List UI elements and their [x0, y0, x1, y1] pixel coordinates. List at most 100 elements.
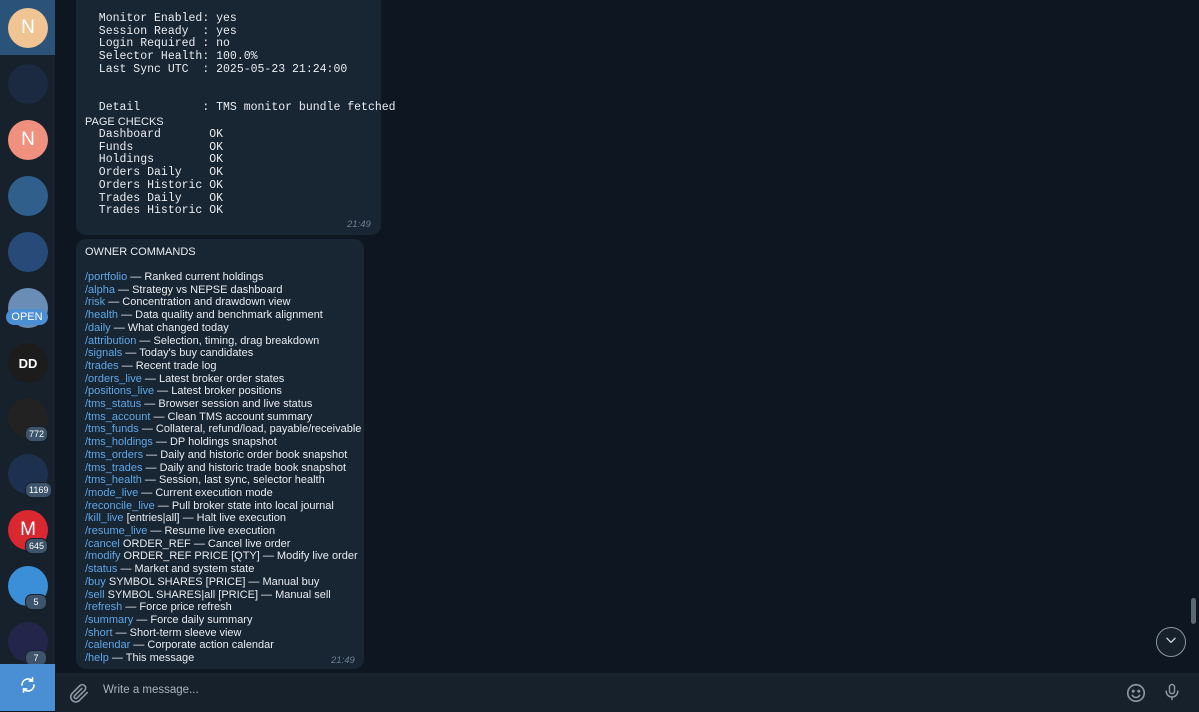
- command-description: — Ranked current holdings: [127, 271, 264, 283]
- command-link[interactable]: /attribution: [85, 335, 136, 347]
- command-description: — Concentration and drawdown view: [105, 296, 291, 309]
- refresh-icon: [19, 676, 37, 699]
- command-link[interactable]: /tms_funds: [85, 423, 139, 435]
- message-composer: Write a message...: [56, 672, 1199, 712]
- command-link[interactable]: /tms_holdings: [85, 436, 153, 448]
- command-row: /tms_trades — Daily and historic trade b…: [85, 462, 361, 475]
- command-row: /alpha — Strategy vs NEPSE dashboard: [85, 284, 361, 297]
- command-link[interactable]: /mode_live: [85, 487, 138, 499]
- command-row: /portfolio — Ranked current holdings: [85, 271, 361, 284]
- command-row: /tms_holdings — DP holdings snapshot: [85, 436, 361, 449]
- command-row: /status — Market and system state: [85, 563, 361, 576]
- avatar-initial: N: [21, 17, 35, 38]
- command-link[interactable]: /summary: [85, 614, 133, 626]
- command-row: /refresh — Force price refresh: [85, 601, 361, 614]
- command-link[interactable]: /modify: [85, 550, 120, 562]
- page-check-row: Orders Historic OK: [85, 178, 224, 192]
- command-row: /buy SYMBOL SHARES [PRICE] — Manual buy: [85, 576, 361, 589]
- message-bubble-commands: OWNER COMMANDS /portfolio — Ranked curre…: [76, 239, 364, 669]
- command-link[interactable]: /tms_orders: [85, 449, 143, 461]
- command-link[interactable]: /tms_account: [85, 411, 150, 423]
- chevron-down-icon: [1164, 633, 1178, 652]
- command-description: ORDER_REF PRICE [QTY] — Modify live orde…: [120, 550, 358, 563]
- page-checks-list: Dashboard OK Funds OK Holdings OK Orders…: [85, 128, 224, 218]
- status-line: Monitor Enabled: yes: [85, 12, 237, 25]
- command-link[interactable]: /kill_live: [85, 512, 124, 524]
- command-row: /sell SYMBOL SHARES|all [PRICE] — Manual…: [85, 589, 361, 602]
- command-link[interactable]: /refresh: [85, 601, 122, 613]
- command-row: /attribution — Selection, timing, drag b…: [85, 335, 361, 348]
- command-row: /tms_funds — Collateral, refund/load, pa…: [85, 423, 361, 436]
- command-description: — Latest broker order states: [141, 372, 285, 385]
- chat-scrollbar[interactable]: [1191, 598, 1196, 624]
- message-time: 21:49: [331, 655, 355, 666]
- page-check-row: Dashboard OK: [85, 128, 224, 141]
- scroll-to-bottom-button[interactable]: [1156, 627, 1186, 657]
- command-description: — This message: [108, 652, 195, 665]
- command-link[interactable]: /tms_status: [85, 398, 141, 410]
- command-description: — Pull broker state into local journal: [154, 499, 334, 512]
- message-input[interactable]: Write a message...: [103, 684, 199, 696]
- chat-avatar[interactable]: [8, 176, 48, 216]
- chat-avatar[interactable]: [8, 64, 48, 104]
- avatar-initial: DD: [18, 355, 38, 371]
- command-description: [entries|all] — Halt live execution: [123, 512, 286, 525]
- command-row: /trades — Recent trade log: [85, 360, 361, 373]
- command-link[interactable]: /help: [85, 652, 109, 664]
- status-lines: Monitor Enabled: yes Session Ready : yes…: [85, 12, 396, 115]
- command-link[interactable]: /trades: [85, 360, 119, 372]
- command-description: — Force price refresh: [122, 601, 232, 614]
- command-description: — Data quality and benchmark alignment: [118, 309, 323, 322]
- command-description: — Clean TMS account summary: [150, 410, 313, 423]
- command-link[interactable]: /short: [85, 627, 113, 639]
- command-description: — Selection, timing, drag breakdown: [136, 334, 320, 347]
- command-link[interactable]: /sell: [85, 589, 105, 601]
- open-pill: OPEN: [6, 309, 48, 325]
- command-description: SYMBOL SHARES [PRICE] — Manual buy: [105, 575, 320, 588]
- chat-avatar[interactable]: N: [8, 120, 48, 160]
- page-check-row: Trades Historic OK: [85, 204, 224, 218]
- message-time: 21:49: [347, 219, 371, 230]
- status-line: Detail : TMS monitor bundle fetched: [85, 100, 396, 114]
- command-link[interactable]: /cancel: [85, 538, 120, 550]
- microphone-icon[interactable]: [1162, 681, 1182, 708]
- command-link[interactable]: /calendar: [85, 639, 130, 651]
- command-link[interactable]: /orders_live: [85, 373, 142, 385]
- command-description: SYMBOL SHARES|all [PRICE] — Manual sell: [104, 588, 331, 601]
- command-row: /reconcile_live — Pull broker state into…: [85, 500, 361, 513]
- command-row: /modify ORDER_REF PRICE [QTY] — Modify l…: [85, 550, 361, 563]
- command-link[interactable]: /daily: [85, 322, 111, 334]
- chat-avatar[interactable]: DD: [8, 343, 48, 383]
- chat-avatar[interactable]: N: [8, 8, 48, 48]
- command-link[interactable]: /risk: [85, 296, 105, 308]
- command-link[interactable]: /health: [85, 309, 118, 321]
- status-line: Last Sync UTC : 2025-05-23 21:24:00: [85, 62, 348, 76]
- command-description: — Strategy vs NEPSE dashboard: [114, 283, 283, 296]
- command-description: — Corporate action calendar: [130, 639, 274, 652]
- chat-avatar[interactable]: [8, 232, 48, 272]
- refresh-button[interactable]: [0, 664, 55, 711]
- command-description: — Browser session and live status: [141, 398, 313, 411]
- command-row: /positions_live — Latest broker position…: [85, 385, 361, 398]
- command-link[interactable]: /portfolio: [85, 271, 127, 283]
- avatar-initial: N: [21, 129, 35, 150]
- command-description: ORDER_REF — Cancel live order: [119, 537, 291, 550]
- command-link[interactable]: /tms_trades: [85, 462, 142, 474]
- paperclip-icon[interactable]: [68, 682, 90, 709]
- chat-area: Monitor Enabled: yes Session Ready : yes…: [56, 0, 1199, 672]
- command-link[interactable]: /reconcile_live: [85, 500, 155, 512]
- command-row: /summary — Force daily summary: [85, 614, 361, 627]
- command-link[interactable]: /positions_live: [85, 385, 154, 397]
- command-link[interactable]: /tms_health: [85, 474, 142, 486]
- command-description: — Short-term sleeve view: [112, 626, 242, 639]
- command-link[interactable]: /buy: [85, 576, 106, 588]
- command-description: — Recent trade log: [118, 359, 217, 372]
- command-link[interactable]: /resume_live: [85, 525, 147, 537]
- emoji-icon[interactable]: [1125, 682, 1147, 709]
- command-row: /kill_live [entries|all] — Halt live exe…: [85, 512, 361, 525]
- unread-count-badge: 645: [25, 538, 49, 554]
- command-link[interactable]: /status: [85, 563, 117, 575]
- command-description: — Latest broker positions: [154, 385, 282, 398]
- command-link[interactable]: /signals: [85, 347, 122, 359]
- command-link[interactable]: /alpha: [85, 284, 115, 296]
